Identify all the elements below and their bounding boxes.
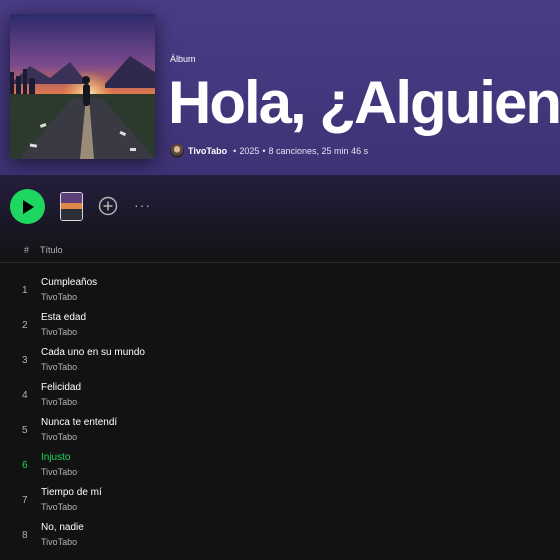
track-list: 1 Cumpleaños TivoTabo 2 Esta edad TivoTa… [0,275,560,555]
track-row[interactable]: 5 Nunca te entendí TivoTabo [0,415,560,450]
track-number: 3 [22,355,28,366]
track-row[interactable]: 2 Esta edad TivoTabo [0,310,560,345]
cover-thumbnail-icon [61,193,82,220]
track-row[interactable]: 8 No, nadie TivoTabo [0,520,560,555]
track-artist[interactable]: TivoTabo [41,502,77,512]
track-number: 5 [22,425,28,436]
cover-thumbnail-button[interactable] [60,192,83,221]
track-number: 7 [22,495,28,506]
album-title: Hola, ¿Alguien [168,69,560,136]
track-list-header: # Título [0,244,560,263]
track-row[interactable]: 7 Tiempo de mí TivoTabo [0,485,560,520]
album-summary: 8 canciones, 25 min 46 s [268,146,369,156]
track-number: 4 [22,390,28,401]
track-artist[interactable]: TivoTabo [41,467,77,477]
track-number: 8 [22,530,28,541]
album-meta: TivoTabo • 2025 • 8 canciones, 25 min 46… [170,144,368,158]
column-title-header[interactable]: Título [40,245,63,255]
play-button[interactable] [10,189,45,224]
artist-avatar[interactable] [170,144,184,158]
album-cover[interactable] [10,14,155,159]
track-title[interactable]: Felicidad [41,382,81,393]
track-number: 1 [22,285,28,296]
track-title[interactable]: No, nadie [41,522,84,533]
separator-dot: • [233,146,237,156]
track-row[interactable]: 4 Felicidad TivoTabo [0,380,560,415]
track-title[interactable]: Cada uno en su mundo [41,347,145,358]
track-row-playing[interactable]: 6 Injusto TivoTabo [0,450,560,485]
track-artist[interactable]: TivoTabo [41,362,77,372]
track-row[interactable]: 1 Cumpleaños TivoTabo [0,275,560,310]
track-artist[interactable]: TivoTabo [41,537,77,547]
track-title[interactable]: Tiempo de mí [41,487,102,498]
track-artist[interactable]: TivoTabo [41,327,77,337]
track-title[interactable]: Nunca te entendí [41,417,117,428]
track-artist[interactable]: TivoTabo [41,397,77,407]
track-artist[interactable]: TivoTabo [41,432,77,442]
track-title[interactable]: Injusto [41,452,70,463]
track-title[interactable]: Esta edad [41,312,86,323]
track-artist[interactable]: TivoTabo [41,292,77,302]
album-year: 2025 [239,146,260,156]
separator-dot: • [262,146,266,156]
track-row[interactable]: 3 Cada uno en su mundo TivoTabo [0,345,560,380]
artist-link[interactable]: TivoTabo [188,146,227,156]
column-number-header: # [24,245,30,255]
track-title[interactable]: Cumpleaños [41,277,97,288]
track-number: 2 [22,320,28,331]
album-header: Álbum Hola, ¿Alguien TivoTabo • 2025 • 8… [0,0,560,175]
album-cover-art [10,14,155,159]
play-icon [22,199,34,214]
action-bar: ··· [0,185,560,230]
add-to-library-button[interactable] [98,196,118,221]
track-number: 6 [22,460,28,471]
more-options-button[interactable]: ··· [134,197,151,213]
album-type-label: Álbum [170,54,196,64]
plus-circle-icon [98,196,118,216]
